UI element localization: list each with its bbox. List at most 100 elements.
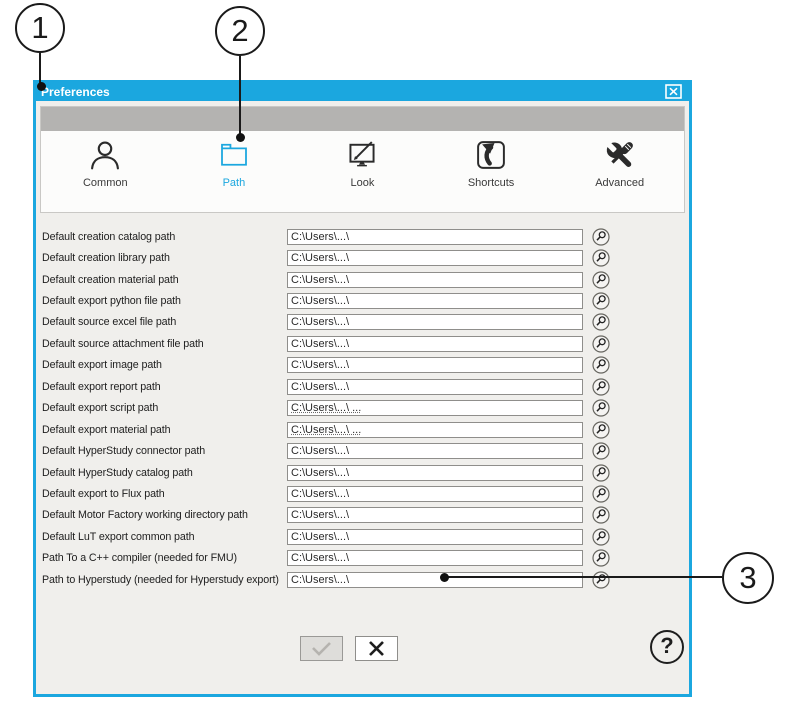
magnifier-icon bbox=[592, 335, 610, 353]
tab-look[interactable]: Look bbox=[298, 131, 427, 212]
callout-2-dot bbox=[236, 133, 245, 142]
browse-button[interactable] bbox=[592, 421, 610, 439]
browse-button[interactable] bbox=[592, 464, 610, 482]
close-button[interactable] bbox=[665, 84, 682, 99]
browse-button[interactable] bbox=[592, 485, 610, 503]
user-icon bbox=[89, 139, 121, 171]
setting-label: Path To a C++ compiler (needed for FMU) bbox=[42, 552, 287, 564]
browse-button[interactable] bbox=[592, 335, 610, 353]
settings-list: Default creation catalog path Default cr… bbox=[36, 226, 689, 590]
magnifier-icon bbox=[592, 249, 610, 267]
x-icon bbox=[356, 637, 397, 660]
callout-3-dot bbox=[440, 573, 449, 582]
magnifier-icon bbox=[592, 313, 610, 331]
path-input[interactable] bbox=[287, 336, 583, 352]
magnifier-icon bbox=[592, 378, 610, 396]
tab-shortcuts[interactable]: Shortcuts bbox=[427, 131, 556, 212]
callout-1-dot bbox=[37, 82, 46, 91]
settings-row: Default export to Flux path bbox=[36, 483, 689, 504]
magnifier-icon bbox=[592, 421, 610, 439]
setting-label: Default export script path bbox=[42, 402, 287, 414]
tab-common[interactable]: Common bbox=[41, 131, 170, 212]
settings-row: Default source excel file path bbox=[36, 312, 689, 333]
browse-button[interactable] bbox=[592, 356, 610, 374]
magnifier-icon bbox=[592, 228, 610, 246]
setting-label: Path to Hyperstudy (needed for Hyperstud… bbox=[42, 574, 287, 586]
callout-1-badge: 1 bbox=[15, 3, 65, 53]
path-input[interactable] bbox=[287, 550, 583, 566]
callout-2-line bbox=[239, 56, 241, 137]
setting-label: Default Motor Factory working directory … bbox=[42, 509, 287, 521]
settings-row: Default LuT export common path bbox=[36, 526, 689, 547]
tab-advanced[interactable]: Advanced bbox=[555, 131, 684, 212]
setting-label: Default source attachment file path bbox=[42, 338, 287, 350]
toolbar-gray-strip bbox=[41, 107, 684, 131]
browse-button[interactable] bbox=[592, 506, 610, 524]
setting-label: Default export to Flux path bbox=[42, 488, 287, 500]
callout-3-badge: 3 bbox=[722, 552, 774, 604]
browse-button[interactable] bbox=[592, 228, 610, 246]
path-input[interactable] bbox=[287, 314, 583, 330]
browse-button[interactable] bbox=[592, 249, 610, 267]
magnifier-icon bbox=[592, 549, 610, 567]
setting-label: Default HyperStudy catalog path bbox=[42, 467, 287, 479]
setting-label: Default LuT export common path bbox=[42, 531, 287, 543]
settings-row: Path To a C++ compiler (needed for FMU) bbox=[36, 548, 689, 569]
setting-label: Default creation material path bbox=[42, 274, 287, 286]
setting-label: Default export report path bbox=[42, 381, 287, 393]
cancel-button[interactable] bbox=[355, 636, 398, 661]
path-input[interactable] bbox=[287, 529, 583, 545]
magnifier-icon bbox=[592, 356, 610, 374]
tools-icon bbox=[604, 139, 636, 171]
tab-toolbar: Common Path Look Shortcuts Advanced bbox=[40, 106, 685, 213]
preferences-dialog: Preferences Common Path Look Shortcuts A… bbox=[33, 80, 692, 697]
path-input[interactable] bbox=[287, 572, 583, 588]
check-icon bbox=[301, 637, 342, 660]
ok-button[interactable] bbox=[300, 636, 343, 661]
path-input[interactable] bbox=[287, 272, 583, 288]
path-input[interactable] bbox=[287, 507, 583, 523]
tab-bar: Common Path Look Shortcuts Advanced bbox=[41, 131, 684, 212]
settings-row: Default export report path bbox=[36, 376, 689, 397]
folder-icon bbox=[218, 139, 250, 171]
tab-path[interactable]: Path bbox=[170, 131, 299, 212]
browse-button[interactable] bbox=[592, 378, 610, 396]
path-input[interactable] bbox=[287, 293, 583, 309]
path-input[interactable] bbox=[287, 422, 583, 438]
path-input[interactable] bbox=[287, 229, 583, 245]
setting-label: Default export image path bbox=[42, 359, 287, 371]
path-input[interactable] bbox=[287, 379, 583, 395]
display-edit-icon bbox=[346, 139, 378, 171]
path-input[interactable] bbox=[287, 250, 583, 266]
magnifier-icon bbox=[592, 442, 610, 460]
path-input[interactable] bbox=[287, 357, 583, 373]
browse-button[interactable] bbox=[592, 399, 610, 417]
settings-row: Default creation catalog path bbox=[36, 226, 689, 247]
magnifier-icon bbox=[592, 485, 610, 503]
browse-button[interactable] bbox=[592, 549, 610, 567]
browse-button[interactable] bbox=[592, 313, 610, 331]
settings-row: Default HyperStudy connector path bbox=[36, 440, 689, 461]
magnifier-icon bbox=[592, 464, 610, 482]
settings-row: Default HyperStudy catalog path bbox=[36, 462, 689, 483]
callout-2-badge: 2 bbox=[215, 6, 265, 56]
path-input[interactable] bbox=[287, 443, 583, 459]
setting-label: Default HyperStudy connector path bbox=[42, 445, 287, 457]
path-input[interactable] bbox=[287, 486, 583, 502]
callout-3-line bbox=[448, 576, 722, 578]
magnifier-icon bbox=[592, 571, 610, 589]
browse-button[interactable] bbox=[592, 271, 610, 289]
settings-row: Default export script path bbox=[36, 398, 689, 419]
help-button[interactable]: ? bbox=[650, 630, 684, 664]
browse-button[interactable] bbox=[592, 292, 610, 310]
browse-button[interactable] bbox=[592, 571, 610, 589]
setting-label: Default creation library path bbox=[42, 252, 287, 264]
path-input[interactable] bbox=[287, 465, 583, 481]
titlebar[interactable]: Preferences bbox=[36, 83, 689, 101]
settings-row: Default Motor Factory working directory … bbox=[36, 505, 689, 526]
settings-row: Default source attachment file path bbox=[36, 333, 689, 354]
browse-button[interactable] bbox=[592, 442, 610, 460]
path-input[interactable] bbox=[287, 400, 583, 416]
browse-button[interactable] bbox=[592, 528, 610, 546]
window-title: Preferences bbox=[36, 83, 110, 101]
